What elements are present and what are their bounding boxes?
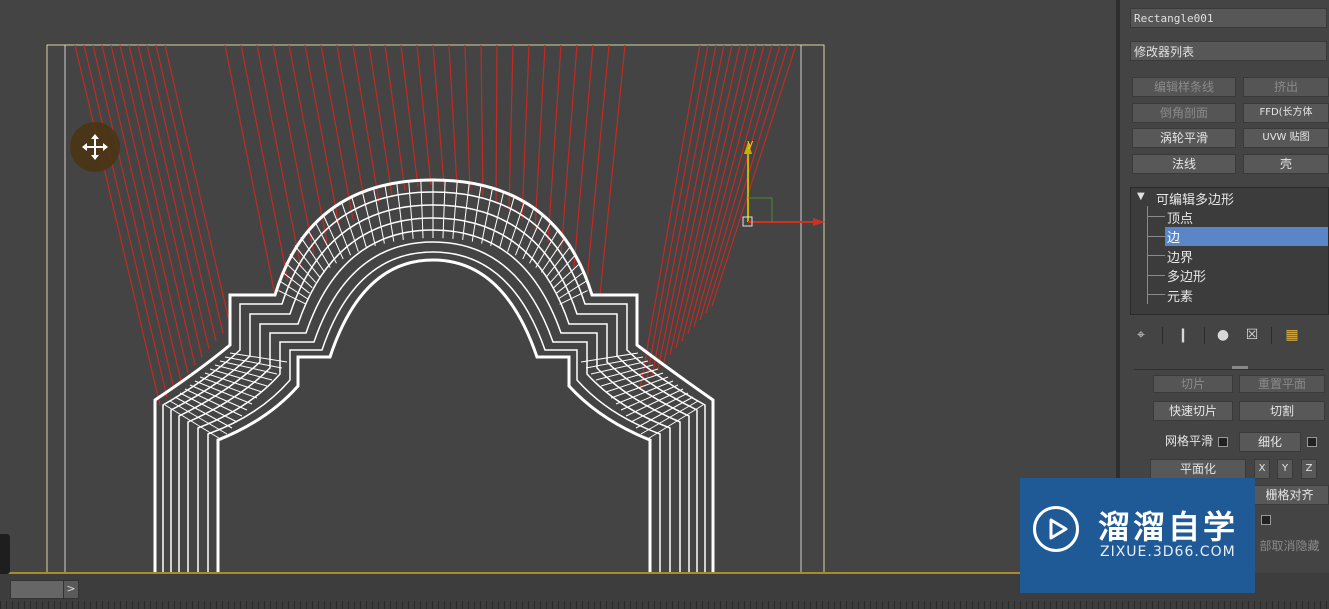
stack-item-border[interactable]: 边界 <box>1167 247 1193 266</box>
quickslice-button[interactable]: 快速切片 <box>1153 401 1233 421</box>
meshsmooth-settings-icon[interactable] <box>1218 437 1228 447</box>
gizmo-y-label: y <box>747 137 754 150</box>
tessellate-button[interactable]: 细化 <box>1239 432 1301 452</box>
planar-z-button[interactable]: Z <box>1301 459 1317 479</box>
make-unique-icon[interactable]: ● <box>1215 327 1231 343</box>
arch-wire-grid <box>164 180 704 441</box>
grid-align-button[interactable]: 栅格对齐 <box>1250 485 1329 505</box>
tessellate-settings-icon[interactable] <box>1307 437 1317 447</box>
active-viewport-border <box>0 572 1116 574</box>
track-bar-ruler[interactable] <box>0 601 1329 609</box>
modifier-button-extrude[interactable]: 挤出 <box>1243 77 1329 97</box>
make-planar-button[interactable]: 平面化 <box>1150 459 1246 479</box>
move-icon <box>70 122 120 172</box>
collapse-triangle-icon[interactable]: ▼ <box>1137 191 1145 202</box>
object-name-field[interactable]: Rectangle001 <box>1130 8 1327 28</box>
time-slider-thumb[interactable] <box>10 580 64 599</box>
rollout-divider <box>1134 369 1324 370</box>
time-next-button[interactable]: > <box>63 580 79 599</box>
watermark-title: 溜溜自学 <box>1098 508 1239 546</box>
modifier-button-uvw-map[interactable]: UVW 贴图 <box>1243 128 1329 148</box>
modifier-button-ffd-box[interactable]: FFD(长方体 <box>1243 103 1329 123</box>
modifier-button-bevel-profile[interactable]: 倒角剖面 <box>1132 103 1236 123</box>
perspective-viewport[interactable]: y <box>0 0 1116 573</box>
modifier-button-turbosmooth[interactable]: 涡轮平滑 <box>1132 128 1236 148</box>
slice-button[interactable]: 切片 <box>1153 375 1233 393</box>
modifier-button-edit-spline[interactable]: 编辑样条线 <box>1132 77 1236 97</box>
play-logo-icon <box>1033 506 1079 552</box>
configure-icon[interactable]: ▦ <box>1284 327 1300 343</box>
hide-settings-icon[interactable] <box>1261 515 1271 525</box>
unhide-all-button[interactable]: 部取消隐藏 <box>1250 537 1329 557</box>
planar-y-button[interactable]: Y <box>1277 459 1293 479</box>
rollout-grip <box>1232 366 1248 369</box>
stack-item-element[interactable]: 元素 <box>1167 286 1193 305</box>
modifier-button-shell[interactable]: 壳 <box>1243 154 1329 174</box>
meshsmooth-button[interactable]: 网格平滑 <box>1150 432 1228 452</box>
watermark-subtitle: ZIXUE.3D66.COM <box>1100 544 1236 560</box>
planar-x-button[interactable]: X <box>1254 459 1270 479</box>
stack-root-editable-poly[interactable]: 可编辑多边形 <box>1156 189 1234 208</box>
cut-button[interactable]: 切割 <box>1239 401 1325 421</box>
show-end-result-icon[interactable]: ❙ <box>1175 327 1191 343</box>
modifier-button-normal[interactable]: 法线 <box>1132 154 1236 174</box>
stack-item-edge[interactable]: 边 <box>1165 227 1328 246</box>
modifier-stack[interactable]: ▼ 可编辑多边形 顶点 边 边界 多边形 元素 <box>1130 187 1329 315</box>
remove-modifier-icon[interactable]: ☒ <box>1244 327 1260 343</box>
modifier-list-dropdown[interactable]: 修改器列表 <box>1130 41 1327 61</box>
viewport-canvas[interactable]: y <box>0 0 1116 573</box>
watermark-logo: 溜溜自学 ZIXUE.3D66.COM <box>1020 478 1255 593</box>
stack-item-vertex[interactable]: 顶点 <box>1167 208 1193 227</box>
arch-molding <box>153 178 715 573</box>
pin-icon[interactable]: ⌖ <box>1133 327 1149 343</box>
slice-lines <box>74 44 797 406</box>
reset-plane-button[interactable]: 重置平面 <box>1239 375 1325 393</box>
stack-item-polygon[interactable]: 多边形 <box>1167 266 1206 285</box>
left-edge-handle <box>0 534 10 574</box>
